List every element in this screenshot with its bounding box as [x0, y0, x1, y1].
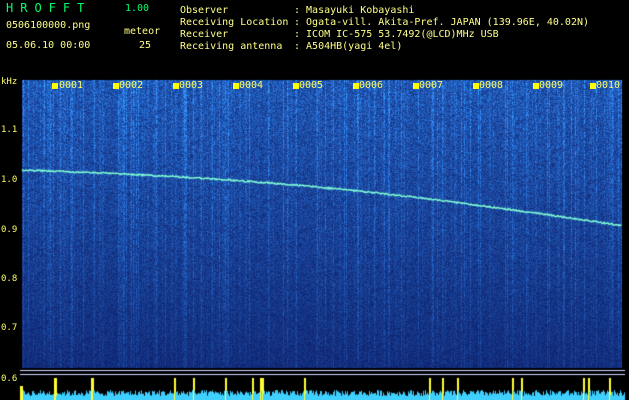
- minute-marker-icon: [52, 83, 58, 89]
- app-version: 1.00: [125, 3, 150, 14]
- minute-label: 0001: [59, 80, 84, 91]
- receiver-label: Receiver: [180, 29, 229, 40]
- minute-label: 0003: [179, 80, 204, 91]
- tick-label: 0.8: [1, 274, 18, 284]
- minute-label: 0005: [299, 80, 324, 91]
- antenna-label: Receiving antenna: [180, 41, 283, 52]
- antenna-value: : A504HB(yagi 4el): [294, 41, 403, 52]
- location-label: Receiving Location: [180, 17, 289, 28]
- minute-label: 0004: [239, 80, 264, 91]
- spectrogram-plot: [0, 78, 629, 400]
- meteor-label: meteor: [124, 26, 161, 37]
- header-panel: HROFFT 1.00 0506100000.png meteor 05.06.…: [0, 0, 629, 78]
- tick-label: 1.1: [1, 125, 18, 135]
- tick-label: 0.9: [1, 225, 18, 235]
- minute-label: 0009: [539, 80, 564, 91]
- axis-unit: kHz: [1, 77, 18, 87]
- datetime-label: 05.06.10 00:00: [6, 40, 91, 51]
- tick-label: 1.0: [1, 175, 18, 185]
- filename-label: 0506100000.png: [6, 20, 91, 31]
- minute-label: 0007: [419, 80, 444, 91]
- meteor-count: 25: [139, 40, 152, 51]
- tick-label: 0.6: [1, 374, 18, 384]
- receiver-value: : ICOM IC-575 53.7492(@LCD)MHz USB: [294, 29, 499, 40]
- location-value: : Ogata-vill. Akita-Pref. JAPAN (139.96E…: [294, 17, 590, 28]
- minute-label: 0002: [119, 80, 144, 91]
- observer-value: : Masayuki Kobayashi: [294, 5, 415, 16]
- minute-label: 0006: [359, 80, 384, 91]
- tick-label: 0.7: [1, 323, 18, 333]
- minute-label: 0010: [596, 80, 621, 91]
- observer-label: Observer: [180, 5, 229, 16]
- minute-label: 0008: [479, 80, 504, 91]
- app-title: HROFFT: [6, 1, 92, 15]
